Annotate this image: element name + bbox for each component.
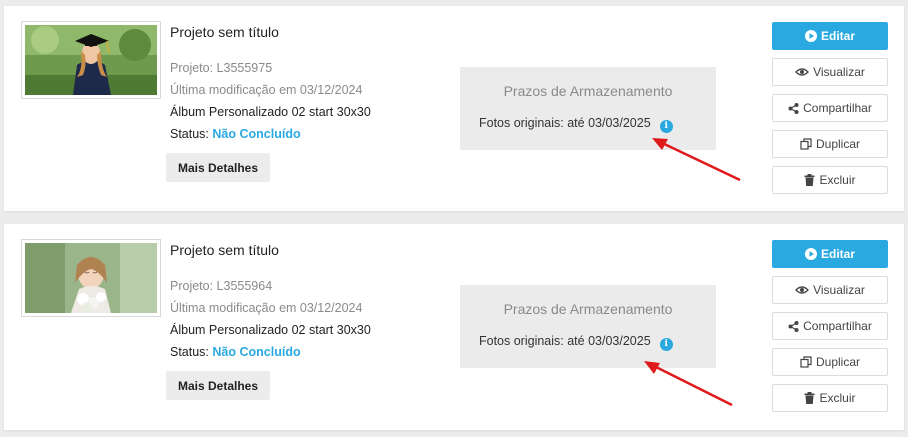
status-line: Status: Não Concluído — [170, 123, 371, 145]
project-card: Projeto sem título Projeto: L3555964 Últ… — [4, 224, 904, 430]
product-name: Álbum Personalizado 02 start 30x30 — [170, 323, 371, 337]
bride-photo — [25, 243, 157, 313]
project-info: Projeto sem título Projeto: L3555964 Últ… — [170, 242, 371, 363]
play-circle-icon — [804, 248, 817, 260]
more-details-button[interactable]: Mais Detalhes — [166, 153, 270, 182]
status-label: Status: — [170, 345, 209, 359]
storage-line: Fotos originais: até 03/03/2025 i — [479, 334, 673, 351]
play-circle-icon — [804, 30, 817, 42]
action-buttons: Editar Visualizar Compartilhar Duplicar … — [772, 240, 888, 420]
project-title[interactable]: Projeto sem título — [170, 24, 371, 40]
edit-label: Editar — [820, 247, 855, 261]
view-button[interactable]: Visualizar — [772, 276, 888, 304]
share-button[interactable]: Compartilhar — [772, 312, 888, 340]
graduate-photo — [25, 25, 157, 95]
edit-button[interactable]: Editar — [772, 22, 888, 50]
original-photos-deadline: Fotos originais: até 03/03/2025 — [479, 334, 651, 348]
info-icon[interactable]: i — [659, 338, 673, 351]
delete-label: Excluir — [819, 173, 856, 187]
duplicate-button[interactable]: Duplicar — [772, 130, 888, 158]
share-icon — [788, 320, 799, 332]
copy-icon — [800, 356, 812, 368]
view-button[interactable]: Visualizar — [772, 58, 888, 86]
share-icon — [788, 102, 799, 114]
delete-label: Excluir — [819, 391, 856, 405]
storage-deadlines-panel: Prazos de Armazenamento Fotos originais:… — [460, 285, 716, 368]
project-info: Projeto sem título Projeto: L3555975 Últ… — [170, 24, 371, 145]
duplicate-label: Duplicar — [815, 355, 860, 369]
project-thumbnail[interactable] — [21, 21, 161, 99]
share-label: Compartilhar — [803, 319, 872, 333]
share-label: Compartilhar — [803, 101, 872, 115]
storage-title: Prazos de Armazenamento — [503, 301, 673, 317]
edit-label: Editar — [820, 29, 855, 43]
storage-line: Fotos originais: até 03/03/2025 i — [479, 116, 673, 133]
delete-button[interactable]: Excluir — [772, 384, 888, 412]
eye-icon — [795, 285, 810, 295]
status-value: Não Concluído — [212, 127, 301, 141]
delete-button[interactable]: Excluir — [772, 166, 888, 194]
view-label: Visualizar — [813, 65, 865, 79]
product-name: Álbum Personalizado 02 start 30x30 — [170, 105, 371, 119]
copy-icon — [800, 138, 812, 150]
more-details-button[interactable]: Mais Detalhes — [166, 371, 270, 400]
share-button[interactable]: Compartilhar — [772, 94, 888, 122]
project-card: Projeto sem título Projeto: L3555975 Últ… — [4, 6, 904, 211]
view-label: Visualizar — [813, 283, 865, 297]
duplicate-button[interactable]: Duplicar — [772, 348, 888, 376]
project-code: Projeto: L3555975 — [170, 61, 273, 75]
original-photos-deadline: Fotos originais: até 03/03/2025 — [479, 116, 651, 130]
project-title[interactable]: Projeto sem título — [170, 242, 371, 258]
storage-deadlines-panel: Prazos de Armazenamento Fotos originais:… — [460, 67, 716, 150]
trash-icon — [804, 392, 815, 404]
duplicate-label: Duplicar — [815, 137, 860, 151]
last-modified: Última modificação em 03/12/2024 — [170, 83, 363, 97]
edit-button[interactable]: Editar — [772, 240, 888, 268]
status-value: Não Concluído — [212, 345, 301, 359]
eye-icon — [795, 67, 810, 77]
info-icon[interactable]: i — [659, 120, 673, 133]
project-code: Projeto: L3555964 — [170, 279, 273, 293]
status-line: Status: Não Concluído — [170, 341, 371, 363]
action-buttons: Editar Visualizar Compartilhar Duplicar … — [772, 22, 888, 202]
last-modified: Última modificação em 03/12/2024 — [170, 301, 363, 315]
project-thumbnail[interactable] — [21, 239, 161, 317]
storage-title: Prazos de Armazenamento — [503, 83, 673, 99]
status-label: Status: — [170, 127, 209, 141]
trash-icon — [804, 174, 815, 186]
